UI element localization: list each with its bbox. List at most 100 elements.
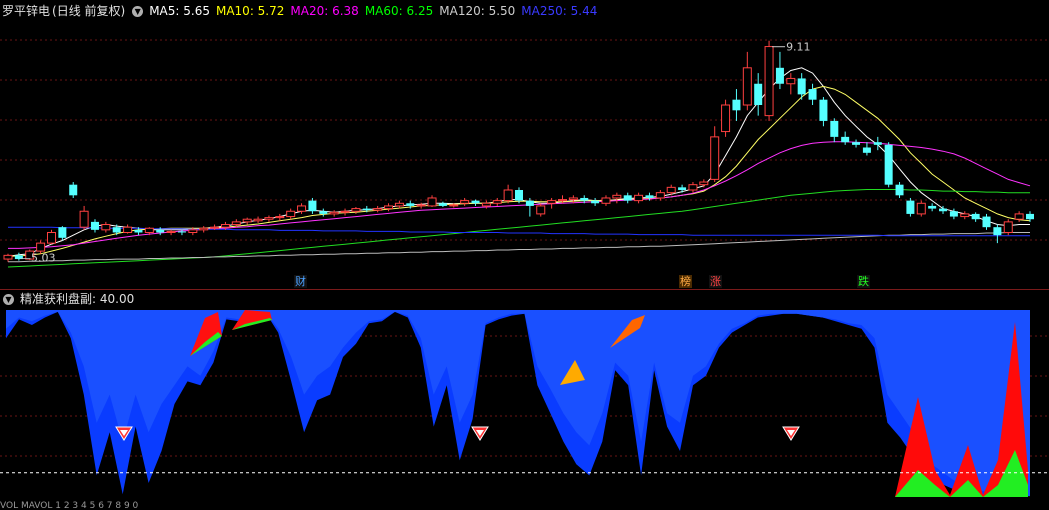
candle — [525, 200, 534, 206]
event-marker-3[interactable]: 跌 — [857, 275, 870, 288]
candle — [79, 210, 89, 228]
candle — [144, 227, 154, 233]
signal-icon — [471, 426, 489, 441]
candle — [678, 187, 687, 190]
candle — [438, 203, 447, 206]
signal-icon — [782, 426, 800, 441]
footer-text: VOL MAVOL 1 2 3 4 5 6 7 8 9 0 — [0, 501, 139, 510]
candle — [797, 78, 806, 95]
candle — [416, 204, 426, 207]
candle — [873, 142, 882, 145]
candle — [732, 99, 741, 111]
low-price-label: —5.03 — [20, 251, 56, 264]
candle — [220, 224, 230, 228]
candle — [993, 227, 1002, 236]
candle — [884, 144, 893, 185]
ma120-line — [8, 232, 1030, 263]
candle — [123, 226, 133, 233]
candle — [166, 230, 176, 233]
candle — [862, 147, 871, 153]
event-marker-1[interactable]: 榜 — [679, 275, 692, 288]
candle — [515, 190, 523, 201]
candle — [3, 254, 13, 260]
candle — [297, 205, 307, 212]
event-marker-0[interactable]: 财 — [294, 275, 307, 288]
candle — [721, 104, 731, 133]
panel-divider — [0, 289, 1049, 290]
candle — [69, 184, 78, 196]
price-chart[interactable]: 9.11 —5.03 — [0, 0, 1049, 288]
candle — [655, 192, 665, 199]
candle — [156, 229, 165, 233]
candle — [666, 186, 676, 194]
candle — [928, 205, 937, 209]
candle — [58, 227, 67, 238]
candle — [373, 208, 383, 211]
profit-area-blue-inner — [6, 310, 1030, 497]
candle — [231, 221, 241, 226]
candle — [460, 200, 470, 204]
candle — [134, 229, 143, 233]
candle — [46, 232, 56, 244]
candle — [623, 195, 632, 201]
candle — [90, 221, 99, 230]
candle — [319, 211, 328, 214]
ma5-line — [7, 67, 1030, 257]
indicator-chart[interactable] — [0, 300, 1049, 510]
candle — [242, 218, 252, 223]
candle — [830, 120, 839, 137]
event-marker-2[interactable]: 涨 — [709, 275, 722, 288]
candle — [1003, 221, 1013, 233]
candle — [906, 200, 915, 214]
candle — [949, 211, 958, 217]
candle — [591, 200, 600, 204]
candle — [960, 213, 970, 218]
candle — [351, 208, 361, 212]
candle — [786, 77, 796, 85]
candle — [819, 99, 828, 121]
candle — [634, 194, 644, 202]
candle — [939, 208, 948, 212]
candle — [688, 184, 698, 191]
candle — [971, 213, 980, 220]
footer-bar: VOL MAVOL 1 2 3 4 5 6 7 8 9 0 — [0, 500, 1049, 510]
candle — [612, 194, 622, 199]
candle — [36, 242, 46, 252]
candle — [188, 229, 198, 233]
candle — [427, 197, 437, 207]
candle — [384, 205, 394, 210]
candle — [329, 211, 339, 215]
candle — [580, 197, 589, 201]
candle — [742, 67, 752, 106]
candle — [199, 227, 209, 231]
candle — [362, 208, 371, 211]
candle — [177, 231, 186, 233]
candle — [264, 217, 274, 220]
candle — [710, 136, 720, 180]
candle — [568, 197, 578, 201]
candle — [764, 46, 774, 117]
candle — [503, 189, 513, 202]
candle — [286, 210, 296, 218]
candle — [101, 224, 111, 231]
candle — [982, 216, 991, 228]
candle — [645, 195, 654, 198]
candle — [895, 184, 904, 196]
candle — [406, 203, 415, 206]
candle — [547, 200, 557, 204]
candle — [841, 136, 850, 143]
candle — [1014, 213, 1024, 220]
candle — [449, 204, 459, 207]
candle — [916, 202, 926, 215]
high-price-label: 9.11 — [786, 41, 811, 54]
candle — [536, 205, 546, 215]
candle — [557, 199, 567, 202]
candle — [394, 202, 404, 207]
candle — [253, 218, 263, 222]
candle — [775, 67, 784, 84]
candle — [340, 210, 350, 213]
candle — [112, 227, 121, 233]
candle — [754, 83, 763, 105]
candle — [275, 216, 285, 219]
candle — [852, 142, 861, 145]
